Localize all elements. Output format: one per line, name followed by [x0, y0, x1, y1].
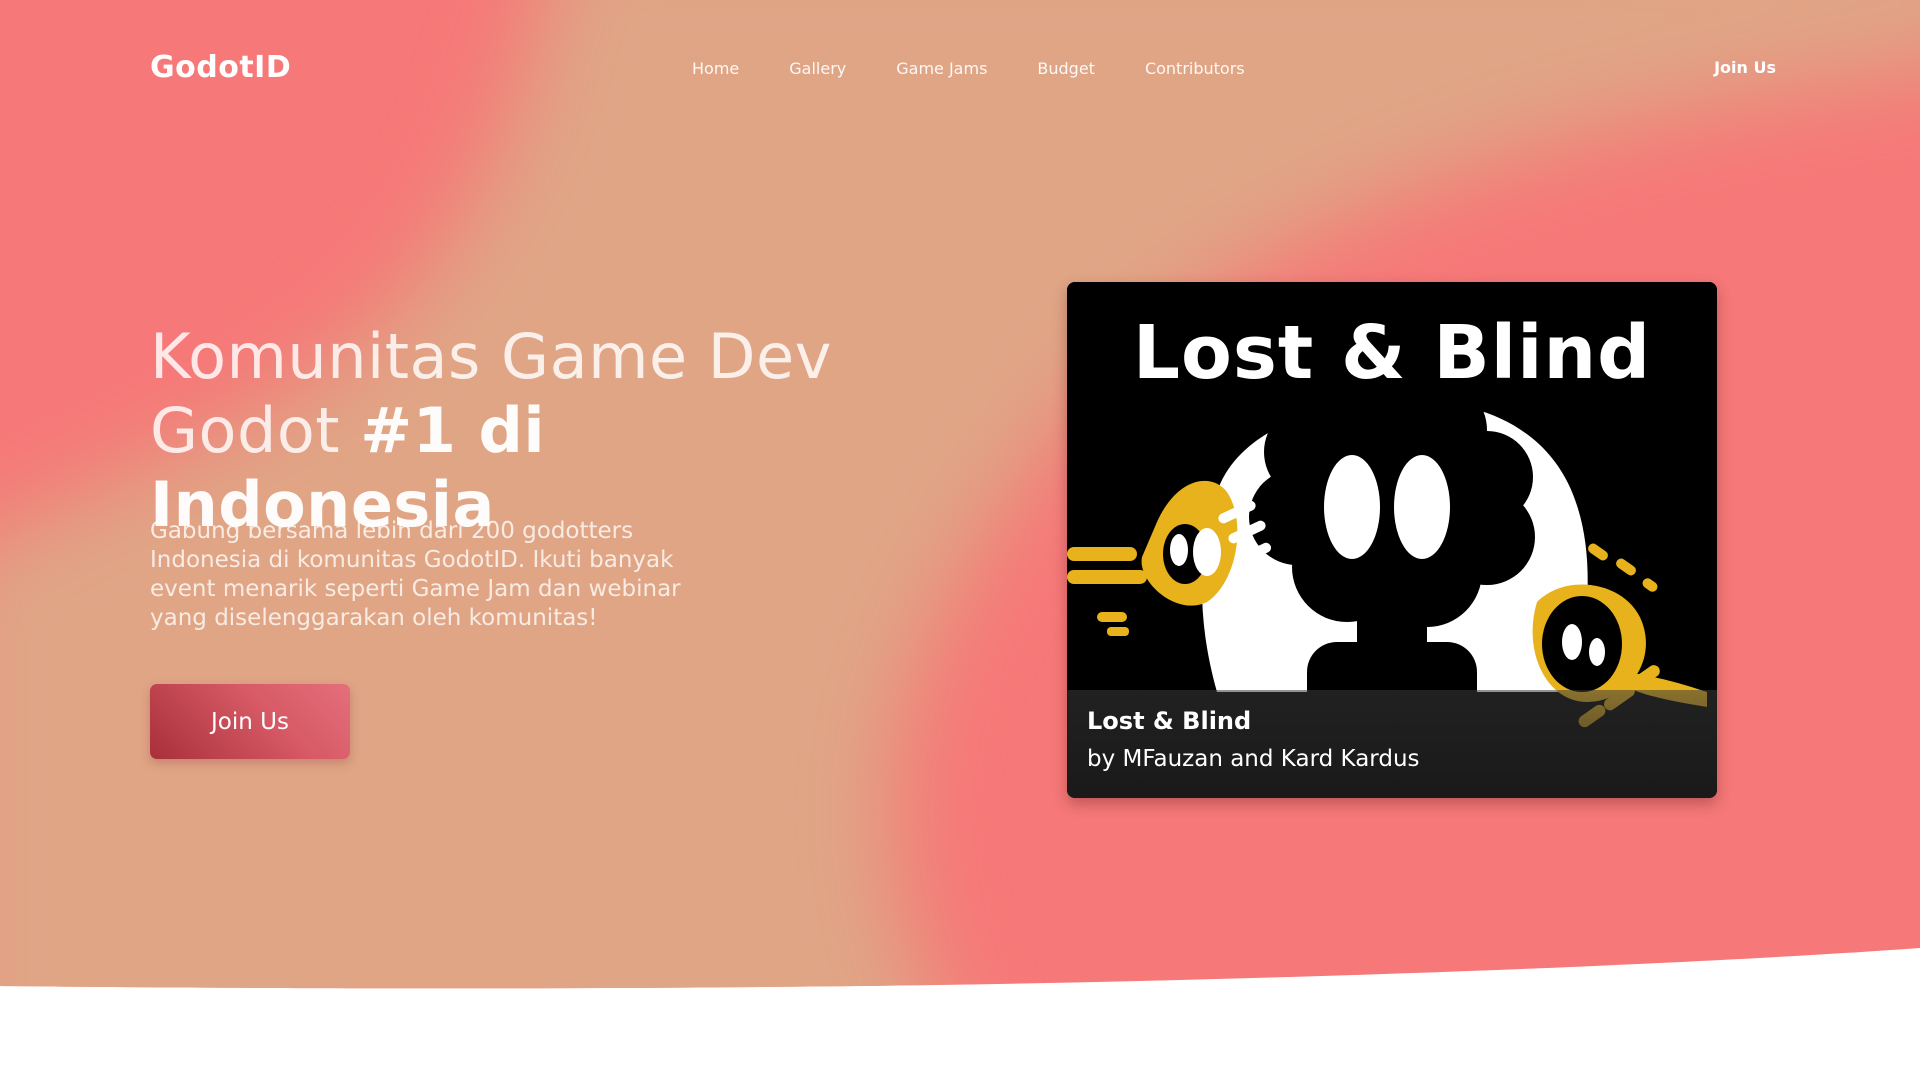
- nav-link-game-jams[interactable]: Game Jams: [896, 59, 987, 78]
- nav-link-gallery[interactable]: Gallery: [789, 59, 846, 78]
- nav-links: Home Gallery Game Jams Budget Contributo…: [692, 46, 1245, 90]
- nav-link-home[interactable]: Home: [692, 59, 739, 78]
- nav-join-us-link[interactable]: Join Us: [1714, 46, 1776, 90]
- nav-link-contributors[interactable]: Contributors: [1145, 59, 1245, 78]
- top-navbar: GodotID Home Gallery Game Jams Budget Co…: [150, 46, 1776, 90]
- hero-title: Komunitas Game Dev Godot #1 di Indonesia: [150, 320, 910, 542]
- landing-page: GodotID Home Gallery Game Jams Budget Co…: [0, 0, 1920, 1080]
- game-logo-text: Lost & Blind: [1132, 310, 1652, 396]
- featured-game-card[interactable]: Lost & Blind Lost & Blind by MFauzan and…: [1067, 282, 1717, 798]
- hero-title-line-2: Godot: [150, 394, 361, 467]
- hero-description: Gabung bersama lebih dari 200 godotters …: [150, 518, 681, 631]
- featured-game-authors: by MFauzan and Kard Kardus: [1087, 746, 1420, 772]
- featured-game-title: Lost & Blind: [1087, 707, 1252, 735]
- hero-join-us-button[interactable]: Join Us: [150, 684, 350, 759]
- brand-logo[interactable]: GodotID: [150, 46, 291, 90]
- hero-title-line-1: Komunitas Game Dev: [150, 320, 832, 393]
- nav-link-budget[interactable]: Budget: [1037, 59, 1095, 78]
